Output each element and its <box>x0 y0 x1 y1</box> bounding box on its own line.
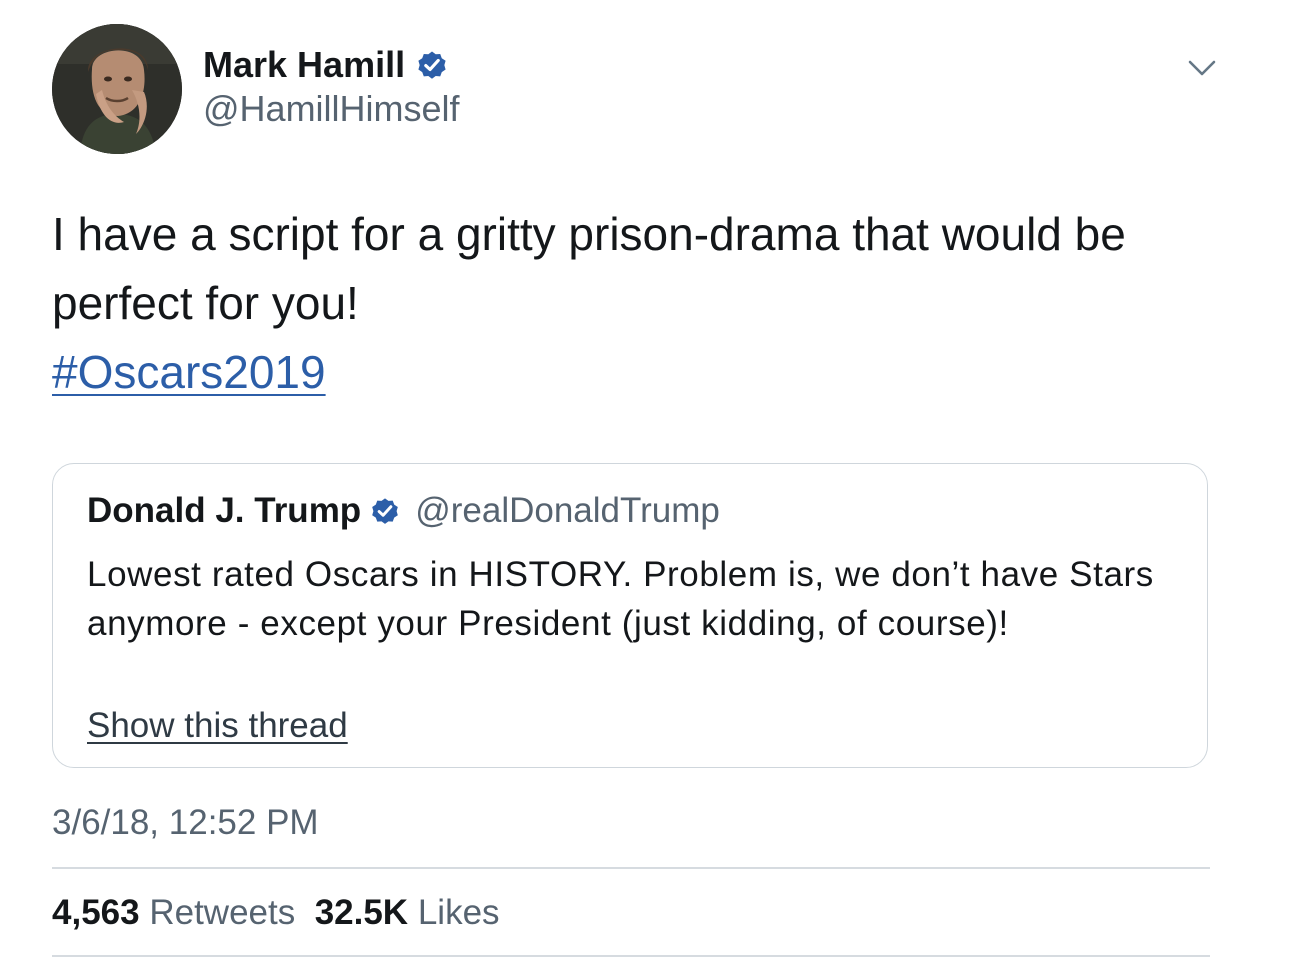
author-avatar[interactable] <box>52 24 182 154</box>
likes-count: 32.5K <box>314 893 409 932</box>
retweets-stat[interactable]: 4,563 Retweets <box>52 893 295 932</box>
show-thread-link[interactable]: Show this thread <box>87 703 348 749</box>
author-name-row[interactable]: Mark Hamill <box>203 42 449 88</box>
chevron-down-icon[interactable] <box>1184 54 1220 82</box>
quoted-tweet-card[interactable]: Donald J. Trump @realDonaldTrump Lowest … <box>52 463 1208 768</box>
verified-badge-icon <box>418 51 446 79</box>
quoted-tweet-text: Lowest rated Oscars in HISTORY. Problem … <box>87 555 1154 643</box>
tweet-body: I have a script for a gritty prison-dram… <box>52 200 1212 407</box>
verified-badge-icon <box>372 498 399 524</box>
retweets-label: Retweets <box>149 893 296 932</box>
tweet-timestamp[interactable]: 3/6/18, 12:52 PM <box>52 800 319 846</box>
hashtag-link[interactable]: #Oscars2019 <box>52 346 326 398</box>
author-name[interactable]: Mark Hamill <box>203 42 405 88</box>
retweets-count: 4,563 <box>52 893 140 932</box>
likes-label: Likes <box>417 893 500 932</box>
quoted-tweet-header: Donald J. Trump @realDonaldTrump <box>87 488 720 534</box>
likes-stat[interactable]: 32.5K Likes <box>315 893 500 932</box>
profile-photo-icon <box>52 24 182 154</box>
quoted-author-handle: @realDonaldTrump <box>415 491 720 530</box>
tweet-text: I have a script for a gritty prison-dram… <box>52 208 1126 329</box>
tweet-stats: 4,563 Retweets 32.5K Likes <box>52 890 500 936</box>
divider <box>52 955 1210 957</box>
quoted-author-name: Donald J. Trump <box>87 491 362 530</box>
divider <box>52 867 1210 869</box>
author-handle[interactable]: @HamillHimself <box>203 86 460 132</box>
